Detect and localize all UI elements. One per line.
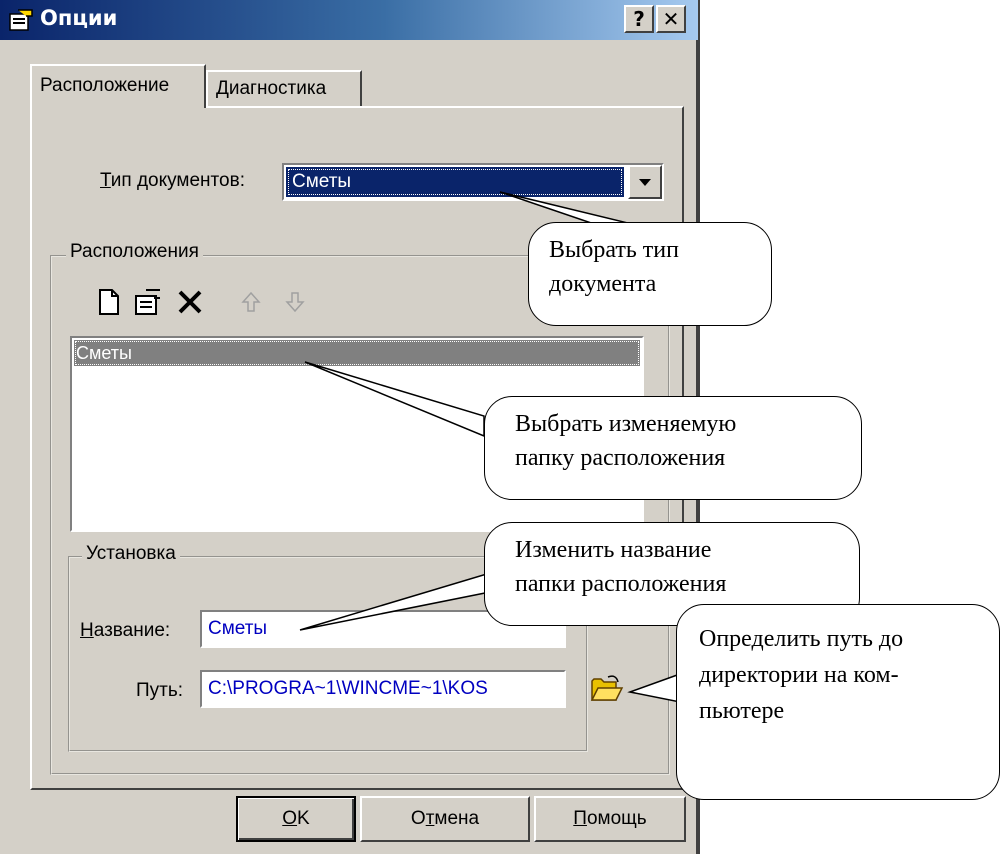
callout-line: Выбрать тип (549, 237, 679, 263)
callout-select-doc-type: Выбрать тип документа (528, 222, 772, 326)
callout-line: Выбрать изменяемую (515, 411, 737, 437)
callout-line: директории на ком- (699, 662, 899, 688)
callout-line: папки расположения (515, 571, 727, 597)
callout-line: Изменить название (515, 537, 712, 563)
callout-line: папку расположения (515, 445, 726, 471)
callout-select-folder: Выбрать изменяемую папку расположения (484, 396, 862, 500)
callout-line: документа (549, 271, 657, 297)
callout-set-path: Определить путь до директории на ком- пь… (676, 604, 1000, 800)
callout-line: Определить путь до (699, 626, 904, 652)
callout-line: пьютере (699, 698, 785, 724)
tab-location[interactable]: Расположение (30, 64, 206, 108)
